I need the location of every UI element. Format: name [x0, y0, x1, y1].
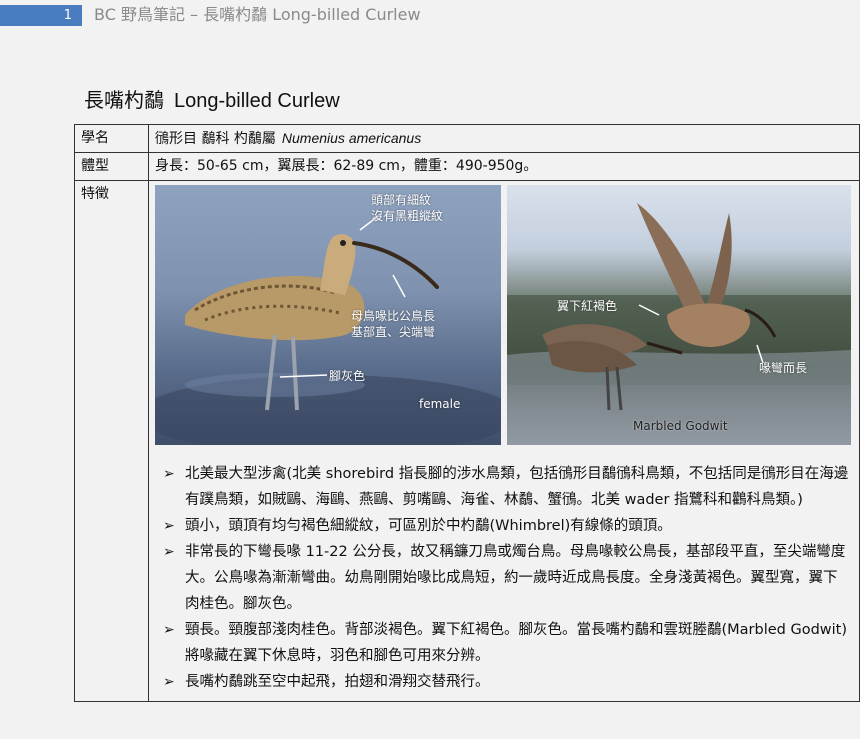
- caption-legs: 腳灰色: [329, 369, 366, 383]
- curlew-flight-photo: 翼下紅褐色 喙彎而長 Marbled Godwit: [507, 185, 851, 445]
- caption-head-2: 沒有黑粗縱紋: [371, 209, 444, 223]
- title-english: Long-billed Curlew: [174, 90, 340, 112]
- page-header: 1 BC 野鳥筆記 – 長嘴杓鷸 Long-billed Curlew: [0, 0, 860, 32]
- title-chinese: 長嘴杓鷸: [84, 88, 164, 112]
- list-item: 頭小，頭頂有均勻褐色細縱紋，可區別於中杓鷸(Whimbrel)有線條的頭頂。: [161, 513, 849, 539]
- taxonomy-value: 鴴形目 鷸科 杓鷸屬 Numenius americanus: [148, 124, 860, 153]
- caption-bill-2: 基部直、尖端彎: [351, 325, 436, 339]
- caption-wing: 翼下紅褐色: [557, 299, 618, 313]
- list-item: 長嘴杓鷸跳至空中起飛，拍翅和滑翔交替飛行。: [161, 669, 849, 695]
- species-info-table: 學名 鴴形目 鷸科 杓鷸屬 Numenius americanus 體型 身長：5…: [74, 124, 860, 702]
- list-item: 北美最大型涉禽(北美 shorebird 指長腳的涉水鳥類，包括鴴形目鷸鴴科鳥類…: [161, 461, 849, 513]
- taxonomy-text: 鴴形目 鷸科 杓鷸屬: [155, 131, 276, 147]
- table-row-size: 體型 身長：50-65 cm，翼展長：62-89 cm，體重：490-950g。: [74, 152, 860, 181]
- features-cell: 頭部有細紋 沒有黑粗縱紋 母鳥喙比公鳥長 基部直、尖端彎 腳灰色 female: [148, 180, 860, 702]
- table-row-features: 特徵 頭部有細紋 沒有黑粗縱紋 母鳥喙比公鳥長 基部直、尖端彎 腳灰色 fema…: [74, 180, 860, 702]
- table-row-taxonomy: 學名 鴴形目 鷸科 杓鷸屬 Numenius americanus: [74, 124, 860, 153]
- row-label: 體型: [74, 152, 149, 181]
- header-title: BC 野鳥筆記 – 長嘴杓鷸 Long-billed Curlew: [94, 5, 421, 24]
- scientific-name: Numenius americanus: [281, 130, 422, 146]
- caption-head-1: 頭部有細紋: [371, 193, 432, 207]
- photo-strip: 頭部有細紋 沒有黑粗縱紋 母鳥喙比公鳥長 基部直、尖端彎 腳灰色 female: [155, 185, 853, 447]
- caption-bill-right: 喙彎而長: [759, 361, 808, 375]
- caption-marbled-godwit: Marbled Godwit: [633, 419, 728, 433]
- curlew-flight-illustration: [507, 203, 851, 445]
- row-label: 學名: [74, 124, 149, 153]
- curlew-female-photo: 頭部有細紋 沒有黑粗縱紋 母鳥喙比公鳥長 基部直、尖端彎 腳灰色 female: [155, 185, 501, 445]
- features-list: 北美最大型涉禽(北美 shorebird 指長腳的涉水鳥類，包括鴴形目鷸鴴科鳥類…: [155, 447, 853, 699]
- list-item: 頸長。頸腹部淺肉桂色。背部淡褐色。翼下紅褐色。腳灰色。當長嘴杓鷸和雲斑塍鷸(Ma…: [161, 617, 849, 669]
- page-number-badge: 1: [0, 5, 82, 26]
- caption-sex: female: [419, 397, 461, 411]
- document-title: 長嘴杓鷸 Long-billed Curlew: [84, 84, 340, 113]
- row-label: 特徵: [74, 180, 149, 702]
- caption-bill-1: 母鳥喙比公鳥長: [351, 309, 436, 323]
- size-value: 身長：50-65 cm，翼展長：62-89 cm，體重：490-950g。: [148, 152, 860, 181]
- list-item: 非常長的下彎長喙 11-22 公分長，故又稱鐮刀鳥或燭台鳥。母鳥喙較公鳥長，基部…: [161, 539, 849, 617]
